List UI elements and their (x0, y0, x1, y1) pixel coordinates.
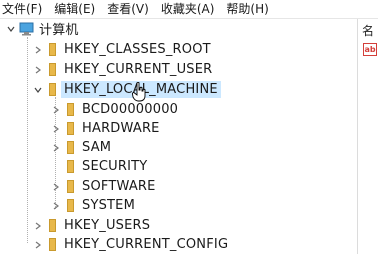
folder-icon (45, 80, 59, 99)
menu-file[interactable]: 文件(F) (0, 1, 48, 17)
registry-tree[interactable]: 计算机 HKEY_CLASSES_ROOT HKEY_CURRENT_USER … (0, 19, 357, 254)
tree-node-hkey-classes-root[interactable]: HKEY_CLASSES_ROOT (31, 40, 214, 59)
tree-node-label: SOFTWARE (82, 179, 156, 194)
chevron-right-icon[interactable] (49, 100, 63, 119)
tree-node-label: SECURITY (82, 159, 148, 174)
folder-icon (63, 100, 77, 119)
tree-node-sam[interactable]: SAM (49, 138, 114, 157)
computer-icon (18, 19, 34, 38)
folder-icon (45, 235, 59, 254)
menu-edit[interactable]: 编辑(E) (48, 1, 101, 17)
chevron-right-icon[interactable] (49, 196, 63, 215)
folder-icon (63, 119, 77, 138)
column-header-name[interactable]: 名 (362, 22, 374, 39)
chevron-right-icon[interactable] (31, 235, 45, 254)
tree-connector-line (27, 37, 28, 243)
tree-node-label: SYSTEM (82, 198, 136, 213)
menu-view[interactable]: 查看(V) (101, 1, 155, 17)
tree-node-label: 计算机 (39, 23, 79, 38)
folder-icon (63, 138, 77, 157)
chevron-down-icon[interactable] (4, 19, 18, 38)
mouse-cursor-icon (131, 81, 146, 102)
chevron-right-icon[interactable] (49, 119, 63, 138)
folder-icon (45, 216, 59, 235)
chevron-right-icon[interactable] (31, 40, 45, 59)
tree-node-hardware[interactable]: HARDWARE (49, 119, 163, 138)
tree-node-label: HKEY_CURRENT_USER (64, 62, 213, 77)
tree-node-computer[interactable]: 计算机 (4, 19, 82, 38)
tree-node-label: BCD00000000 (82, 102, 179, 117)
tree-node-system[interactable]: SYSTEM (49, 196, 138, 215)
chevron-right-icon[interactable] (31, 60, 45, 79)
chevron-down-icon[interactable] (31, 80, 45, 99)
tree-node-bcd00000000[interactable]: BCD00000000 (49, 100, 181, 119)
tree-node-hkey-local-machine[interactable]: HKEY_LOCAL_MACHINE (31, 80, 221, 99)
values-pane[interactable]: 名 ab (358, 19, 378, 254)
string-value-icon: ab (363, 43, 377, 56)
folder-icon (63, 196, 77, 215)
menu-help[interactable]: 帮助(H) (220, 1, 274, 17)
tree-node-hkey-users[interactable]: HKEY_USERS (31, 216, 153, 235)
chevron-right-icon[interactable] (31, 216, 45, 235)
menu-favorites[interactable]: 收藏夹(A) (155, 1, 221, 17)
tree-node-label: HARDWARE (82, 121, 160, 136)
tree-node-hkey-current-user[interactable]: HKEY_CURRENT_USER (31, 60, 215, 79)
tree-node-label: HKEY_CURRENT_CONFIG (64, 237, 229, 252)
tree-node-software[interactable]: SOFTWARE (49, 177, 159, 196)
tree-node-label: HKEY_USERS (64, 218, 151, 233)
tree-node-security[interactable]: SECURITY (49, 157, 150, 176)
tree-node-label: HKEY_CLASSES_ROOT (64, 42, 211, 57)
folder-icon (45, 60, 59, 79)
folder-icon (63, 177, 77, 196)
chevron-right-icon[interactable] (49, 138, 63, 157)
tree-node-label: SAM (82, 140, 112, 155)
folder-icon (45, 40, 59, 59)
folder-icon (63, 157, 77, 176)
chevron-right-icon[interactable] (49, 177, 63, 196)
menu-bar: 文件(F) 编辑(E) 查看(V) 收藏夹(A) 帮助(H) (0, 0, 378, 19)
tree-node-hkey-current-config[interactable]: HKEY_CURRENT_CONFIG (31, 235, 231, 254)
